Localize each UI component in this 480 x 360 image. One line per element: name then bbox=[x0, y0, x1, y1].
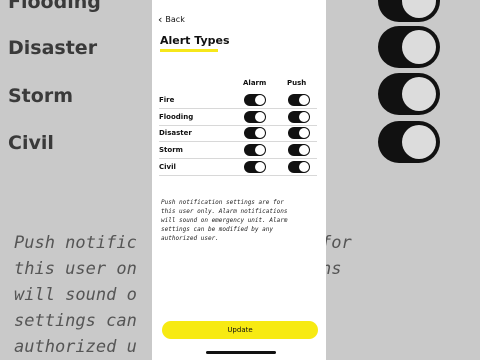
alert-row-flooding: Flooding bbox=[159, 109, 317, 126]
back-label: Back bbox=[165, 15, 185, 24]
alert-row-civil: Civil bbox=[159, 159, 317, 176]
bg-toggle bbox=[378, 26, 440, 68]
chevron-left-icon: ‹ bbox=[158, 12, 163, 26]
bg-label-storm: Storm bbox=[8, 85, 73, 107]
column-header-push: Push bbox=[287, 79, 307, 87]
title-underline bbox=[160, 49, 218, 52]
home-indicator bbox=[206, 351, 276, 354]
phone-screen: ‹ Back Alert Types Alarm Push Fire Flood… bbox=[152, 0, 326, 360]
back-button[interactable]: ‹ Back bbox=[158, 12, 185, 26]
push-toggle-disaster[interactable] bbox=[288, 127, 310, 139]
bg-label-civil: Civil bbox=[8, 132, 54, 154]
bg-toggle bbox=[378, 73, 440, 115]
update-label: Update bbox=[227, 326, 253, 334]
alarm-toggle-storm[interactable] bbox=[244, 144, 266, 156]
page-title: Alert Types bbox=[160, 34, 230, 47]
alarm-toggle-civil[interactable] bbox=[244, 161, 266, 173]
bg-toggle bbox=[378, 0, 440, 22]
bg-label-flooding: Flooding bbox=[8, 0, 101, 13]
alarm-toggle-flooding[interactable] bbox=[244, 111, 266, 123]
bg-toggle bbox=[378, 121, 440, 163]
alert-label: Storm bbox=[159, 146, 183, 154]
alert-row-disaster: Disaster bbox=[159, 125, 317, 142]
alert-label: Civil bbox=[159, 163, 176, 171]
alert-label: Flooding bbox=[159, 113, 194, 121]
column-header-alarm: Alarm bbox=[243, 79, 267, 87]
push-toggle-fire[interactable] bbox=[288, 94, 310, 106]
alert-row-fire: Fire bbox=[159, 92, 317, 109]
alert-row-storm: Storm bbox=[159, 142, 317, 159]
bg-label-disaster: Disaster bbox=[8, 37, 98, 59]
update-button[interactable]: Update bbox=[162, 321, 318, 339]
push-toggle-flooding[interactable] bbox=[288, 111, 310, 123]
alert-label: Disaster bbox=[159, 129, 192, 137]
alert-label: Fire bbox=[159, 96, 175, 104]
alarm-toggle-disaster[interactable] bbox=[244, 127, 266, 139]
push-toggle-storm[interactable] bbox=[288, 144, 310, 156]
notification-note: Push notification settings are for this … bbox=[161, 199, 288, 242]
push-toggle-civil[interactable] bbox=[288, 161, 310, 173]
alarm-toggle-fire[interactable] bbox=[244, 94, 266, 106]
